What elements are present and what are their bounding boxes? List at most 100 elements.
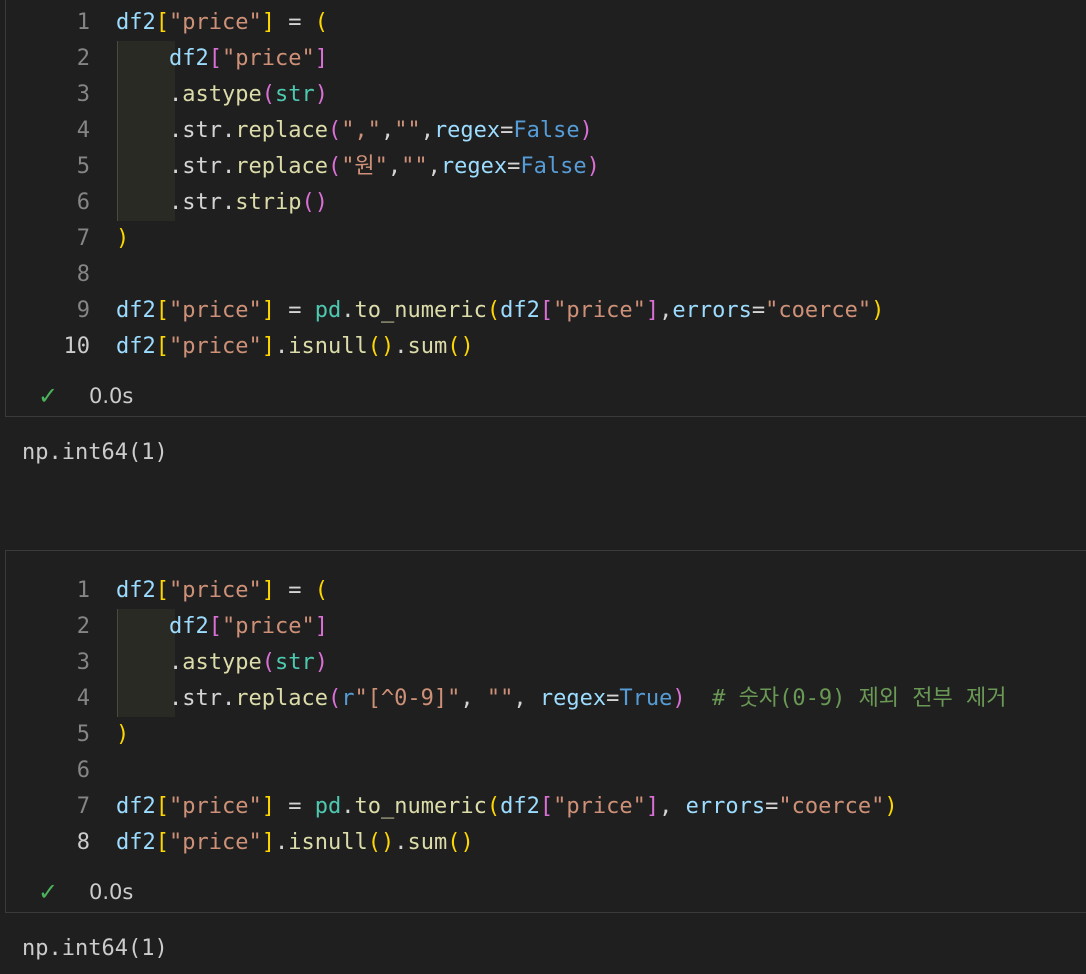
code-token: "price" — [169, 10, 262, 35]
code-token: ( — [327, 154, 342, 179]
code-text: df2["price"] = pd.to_numeric(df2["price"… — [116, 789, 898, 825]
execution-time: 0.0s — [89, 880, 134, 904]
code-token: , — [659, 298, 673, 323]
code-token: .str. — [116, 686, 236, 711]
code-token: . — [116, 650, 183, 675]
code-token: True — [619, 686, 673, 711]
code-token: "" — [394, 118, 421, 143]
code-token: df2 — [500, 794, 540, 819]
code-token: sum — [407, 334, 448, 359]
code-cell-2[interactable]: 1 df2["price"] = (2 df2["price"] 3 .astype… — [5, 550, 1086, 913]
cell-output: np.int64(1) — [22, 440, 168, 465]
code-text: .str.strip() — [116, 185, 328, 221]
code-token: str — [274, 650, 315, 675]
code-token: "price" — [169, 830, 262, 855]
code-token: ) — [314, 82, 328, 107]
code-token: .str. — [116, 118, 236, 143]
code-token: "price" — [169, 578, 262, 603]
code-token: . — [394, 830, 408, 855]
code-token: ( — [327, 686, 342, 711]
code-token: ( — [261, 82, 275, 107]
code-token: , — [427, 154, 441, 179]
code-token: df2 — [500, 298, 540, 323]
line-number: 2 — [76, 614, 90, 639]
code-token: ] — [261, 794, 275, 819]
line-number: 5 — [76, 722, 90, 747]
code-token: ( — [261, 650, 275, 675]
code-token: [ — [155, 334, 169, 359]
code-text: ) — [116, 221, 129, 257]
code-token: [ — [155, 298, 169, 323]
code-token: ( — [314, 578, 328, 603]
code-token: [ — [155, 578, 169, 603]
code-token: replace — [235, 154, 328, 179]
code-token: [ — [208, 46, 222, 71]
code-token: df2 — [168, 614, 209, 639]
code-token: errors — [672, 298, 752, 323]
code-token: () — [367, 334, 395, 359]
code-token: .str. — [116, 190, 236, 215]
code-token: astype — [182, 82, 262, 107]
code-text: ) — [116, 717, 129, 753]
code-token: "price" — [221, 614, 315, 639]
line-number: 1 — [76, 10, 90, 35]
code-token: ] — [314, 46, 328, 71]
code-text: df2["price"] = ( — [116, 573, 328, 609]
code-cell-1[interactable]: 1 df2["price"] = (2 df2["price"] 3 .astype… — [5, 0, 1086, 417]
code-token: . — [341, 794, 355, 819]
line-number: 6 — [76, 758, 90, 783]
code-token: "price" — [553, 794, 646, 819]
code-token: isnull — [288, 334, 368, 359]
code-token: [ — [539, 794, 554, 819]
code-token: pd — [314, 298, 342, 323]
code-token: False — [520, 154, 587, 179]
code-token: ] — [261, 830, 275, 855]
code-token: = — [765, 794, 779, 819]
code-token: r — [341, 686, 355, 711]
code-token: df2 — [116, 10, 156, 35]
line-number: 3 — [76, 650, 90, 675]
code-token: = — [274, 298, 315, 323]
line-number: 6 — [76, 190, 90, 215]
code-token: ) — [871, 298, 885, 323]
code-token: df2 — [116, 334, 156, 359]
code-token: ] — [261, 334, 275, 359]
code-token: replace — [235, 686, 328, 711]
code-token: , — [460, 686, 487, 711]
code-token: str — [274, 82, 315, 107]
code-token: = — [500, 118, 514, 143]
code-token: [ — [155, 10, 169, 35]
code-text: df2["price"] — [116, 41, 328, 77]
code-token: ] — [261, 578, 275, 603]
code-token: , — [513, 686, 540, 711]
code-token: ) — [116, 226, 130, 251]
code-token: () — [447, 830, 474, 855]
code-text: .str.replace(r"[^0-9]", "", regex=True) … — [116, 681, 1007, 717]
code-text: df2["price"].isnull().sum() — [116, 329, 474, 365]
code-token: . — [274, 334, 289, 359]
code-token: isnull — [288, 830, 368, 855]
code-token: replace — [235, 118, 328, 143]
code-token: False — [513, 118, 580, 143]
line-number: 4 — [76, 118, 90, 143]
line-number: 7 — [76, 794, 90, 819]
code-token: sum — [407, 830, 448, 855]
code-token: regex — [440, 154, 508, 179]
code-token: "[^0-9]" — [354, 686, 461, 711]
code-token: [ — [155, 794, 169, 819]
code-token: "coerce" — [765, 298, 872, 323]
code-token: # 숫자(0-9) 제외 전부 제거 — [712, 686, 1007, 711]
code-token: errors — [685, 794, 766, 819]
code-text: df2["price"] = pd.to_numeric(df2["price"… — [116, 293, 884, 329]
code-token: "price" — [169, 794, 262, 819]
code-token: ) — [116, 722, 130, 747]
code-token: ) — [579, 118, 593, 143]
code-token: ] — [645, 794, 660, 819]
code-token: "price" — [169, 334, 262, 359]
code-token: [ — [539, 298, 554, 323]
code-token: ( — [486, 298, 501, 323]
checkmark-icon: ✓ — [38, 382, 59, 410]
code-token: , — [659, 794, 686, 819]
